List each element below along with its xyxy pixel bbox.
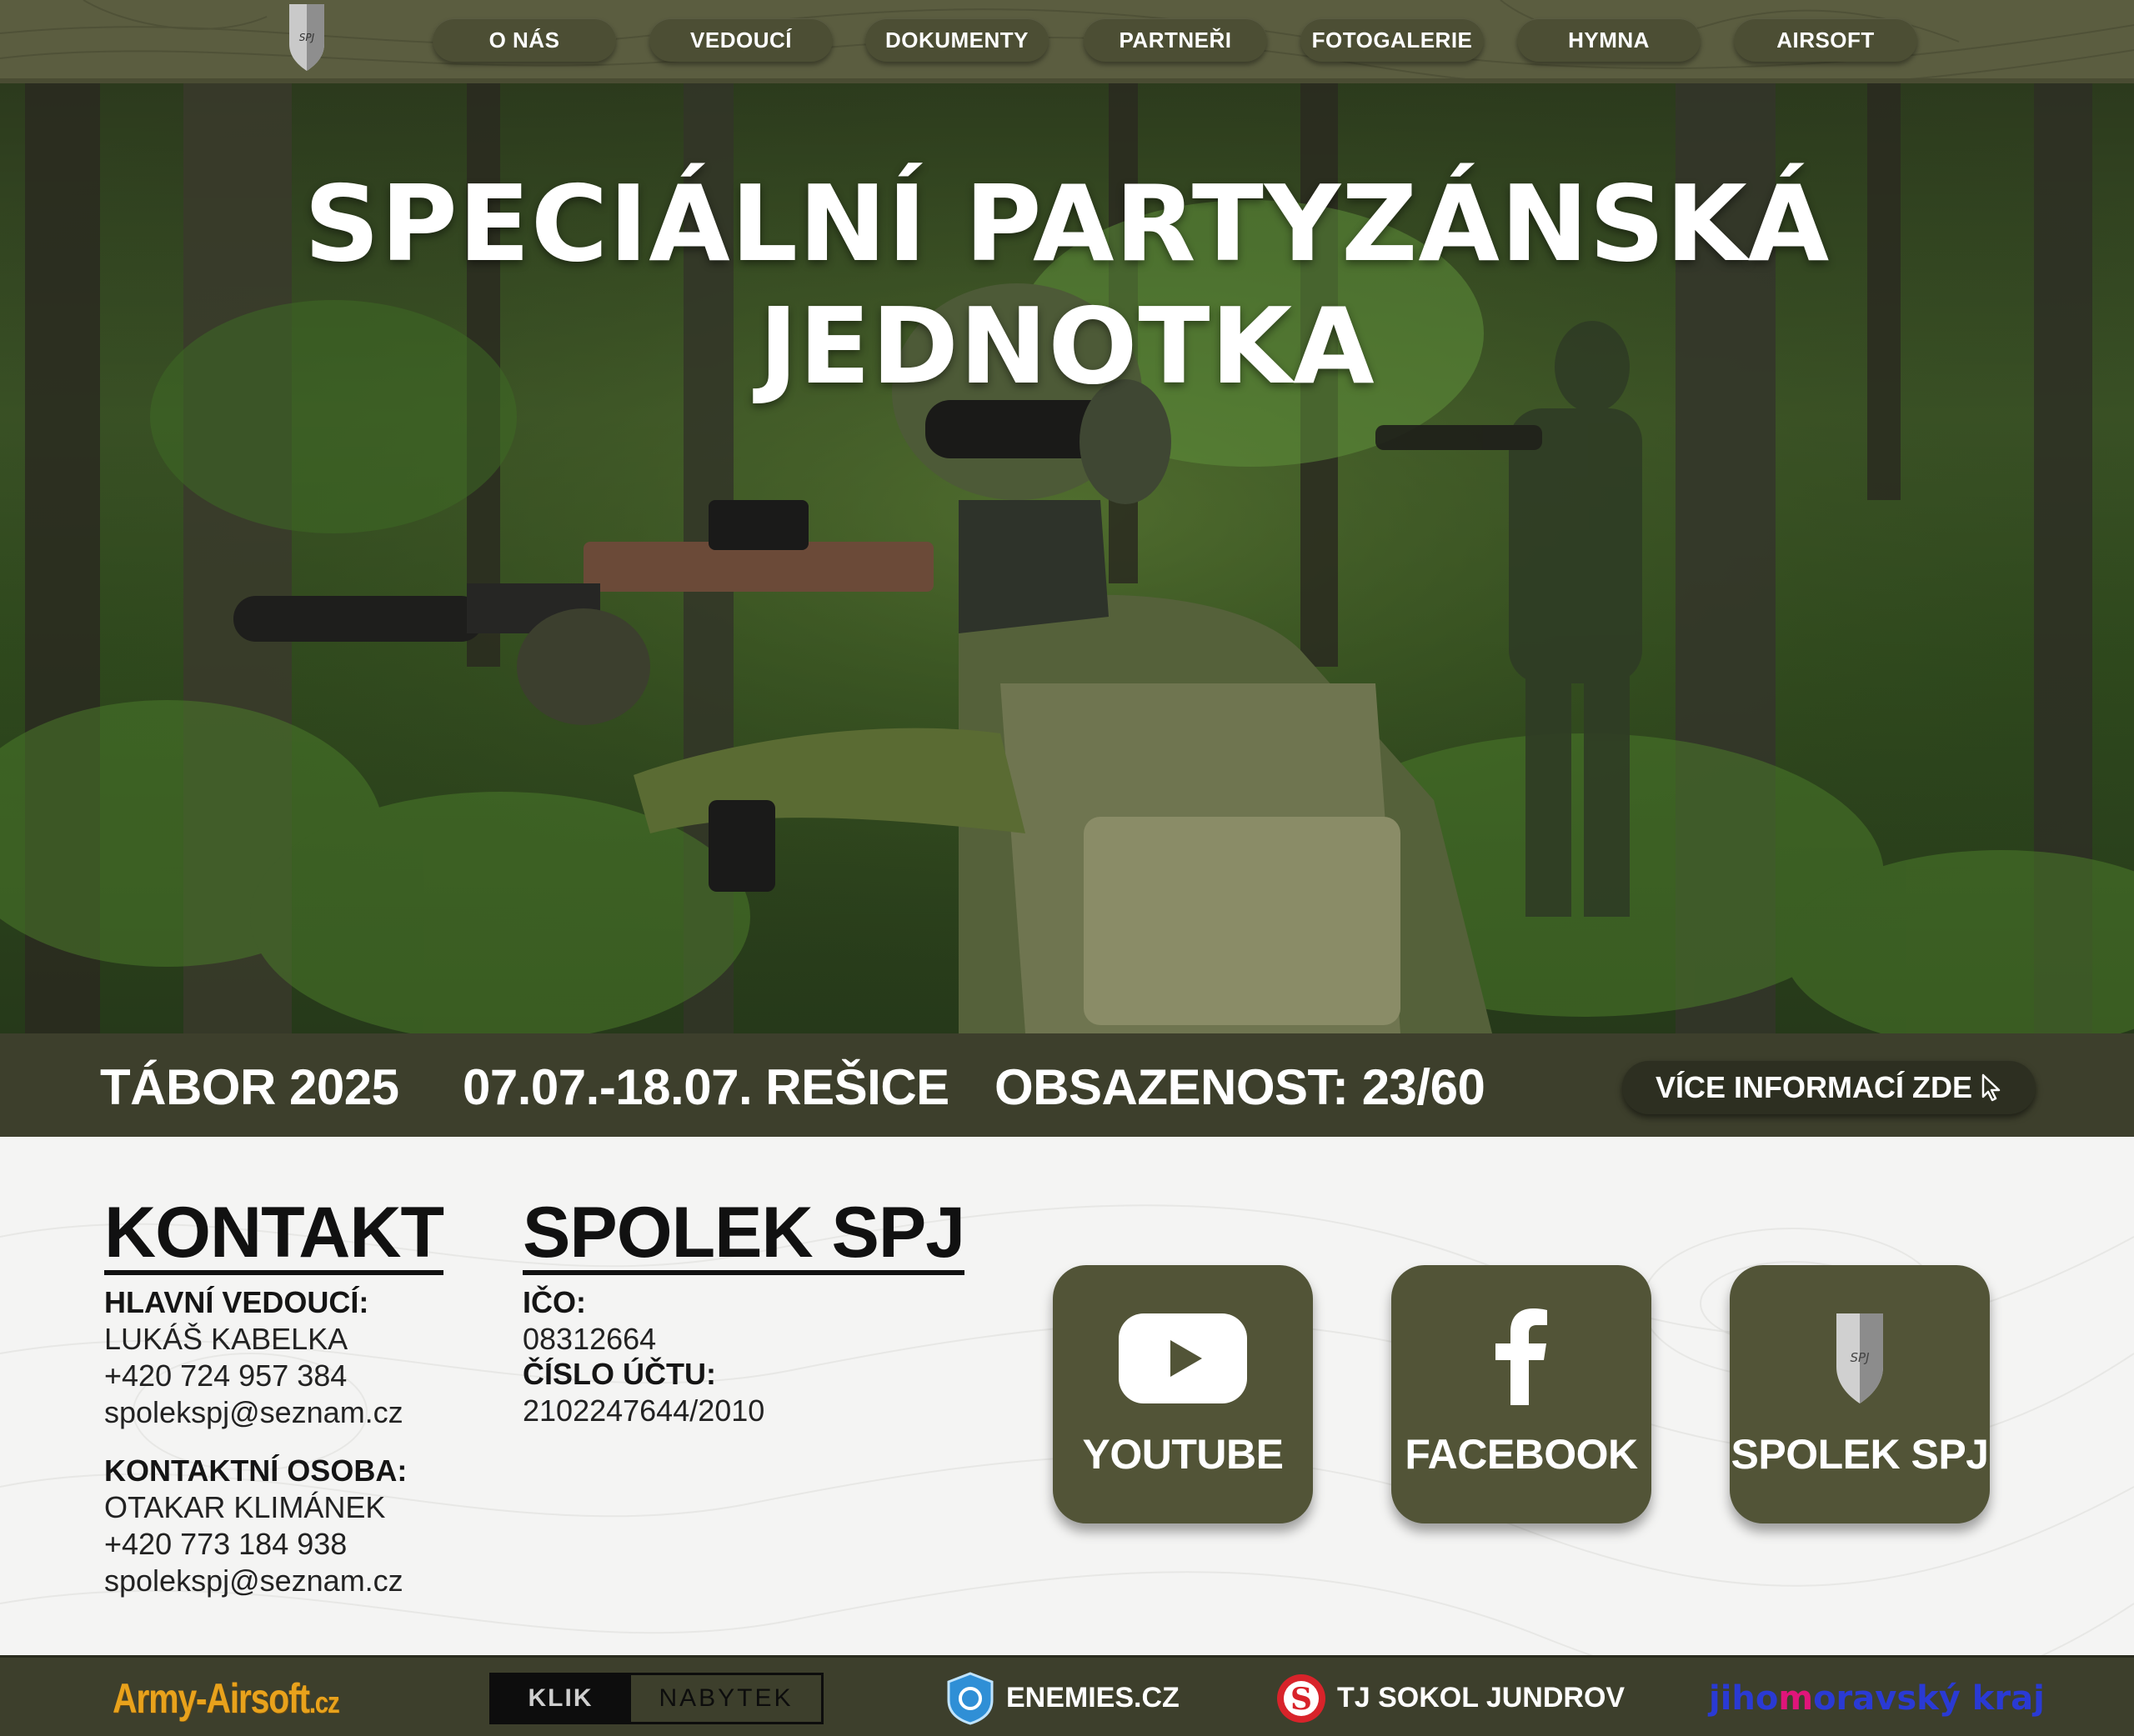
nav-item-dokumenty[interactable]: DOKUMENTY (865, 18, 1049, 62)
partner-army-airsoft[interactable]: Army-Airsoft.cz (113, 1658, 388, 1736)
nav-item-partneri[interactable]: PARTNEŘI (1084, 18, 1267, 62)
spolek-spj-button[interactable]: SPJ SPOLEK SPJ (1730, 1265, 1990, 1523)
camp-occupancy: OBSAZENOST: 23/60 (994, 1059, 1485, 1115)
nav-item-hymna[interactable]: HYMNA (1517, 18, 1701, 62)
contact-person-name: OTAKAR KLIMÁNEK (104, 1490, 386, 1524)
youtube-icon (1119, 1313, 1247, 1403)
klik-nabytek-logo: KLIK NABYTEK (489, 1672, 824, 1724)
enemies-shield-icon (947, 1671, 994, 1725)
nabytek-text: NABYTEK (629, 1674, 821, 1722)
sokol-text: TJ SOKOL JUNDROV (1337, 1682, 1626, 1713)
head-leader-email[interactable]: spolekspj@seznam.cz (104, 1395, 403, 1430)
youtube-button[interactable]: YOUTUBE (1053, 1265, 1313, 1523)
klik-text: KLIK (528, 1683, 594, 1712)
more-info-label: VÍCE INFORMACÍ ZDE (1655, 1070, 1972, 1104)
cursor-pointer-icon (1981, 1073, 2001, 1102)
svg-text:SPJ: SPJ (299, 32, 315, 43)
spj-logo[interactable]: SPJ (286, 3, 328, 73)
sokol-emblem-icon: S (1277, 1673, 1325, 1723)
account-label: ČÍSLO ÚČTU: (523, 1357, 716, 1391)
svg-text:S: S (1290, 1682, 1312, 1717)
enemies-text: ENEMIES.CZ (1006, 1682, 1180, 1713)
facebook-button[interactable]: FACEBOOK (1391, 1265, 1651, 1523)
ico-label: IČO: (523, 1285, 586, 1319)
partner-sokol-jundrov[interactable]: S TJ SOKOL JUNDROV (1275, 1658, 1625, 1736)
contact-person-email[interactable]: spolekspj@seznam.cz (104, 1563, 403, 1598)
jmk-logo: jihomoravský kraj (1709, 1678, 2045, 1718)
partners-bar: Army-Airsoft.cz KLIK NABYTEK ENEMIES.CZ … (0, 1655, 2134, 1736)
top-navigation: SPJ O NÁS VEDOUCÍ DOKUMENTY PARTNEŘI FOT… (0, 0, 2134, 83)
more-info-button[interactable]: VÍCE INFORMACÍ ZDE (1622, 1061, 2036, 1114)
partner-jihomoravsky-kraj[interactable]: jihomoravský kraj (1709, 1658, 2045, 1736)
camp-dates-place: 07.07.-18.07. REŠICE (463, 1059, 949, 1115)
nav-item-airsoft[interactable]: AIRSOFT (1734, 18, 1917, 62)
contact-person-label: KONTAKTNÍ OSOBA: (104, 1453, 408, 1488)
facebook-icon (1495, 1308, 1547, 1405)
nav-item-vedouci[interactable]: VEDOUCÍ (649, 18, 833, 62)
spj-shield-icon: SPJ (1836, 1313, 1883, 1403)
nav-item-o-nas[interactable]: O NÁS (433, 18, 616, 62)
spolek-spj-label: SPOLEK SPJ (1731, 1431, 1990, 1478)
facebook-label: FACEBOOK (1405, 1431, 1638, 1478)
association-title: SPOLEK SPJ (523, 1197, 965, 1275)
partner-enemies[interactable]: ENEMIES.CZ (946, 1658, 1180, 1736)
head-leader-name: LUKÁŠ KABELKA (104, 1322, 348, 1356)
camp-info-bar: TÁBOR 2025 07.07.-18.07. REŠICE OBSAZENO… (0, 1033, 2134, 1137)
hero-title: SPECIÁLNÍ PARTYZÁNSKÁ JEDNOTKA (303, 163, 1831, 408)
svg-text:SPJ: SPJ (1851, 1350, 1870, 1365)
camp-title: TÁBOR 2025 (100, 1059, 399, 1115)
youtube-label: YOUTUBE (1082, 1431, 1284, 1478)
ico-value: 08312664 (523, 1322, 657, 1356)
army-airsoft-logo: Army-Airsoft.cz (113, 1674, 340, 1722)
partner-klik-nabytek[interactable]: KLIK NABYTEK (489, 1658, 824, 1736)
head-leader-phone[interactable]: +420 724 957 384 (104, 1358, 347, 1393)
head-leader-label: HLAVNÍ VEDOUCÍ: (104, 1285, 369, 1319)
hero-banner: SPECIÁLNÍ PARTYZÁNSKÁ JEDNOTKA (0, 83, 2134, 1033)
account-value: 2102247644/2010 (523, 1393, 765, 1428)
contact-person-phone[interactable]: +420 773 184 938 (104, 1527, 347, 1562)
contact-title: KONTAKT (104, 1197, 444, 1275)
nav-item-fotogalerie[interactable]: FOTOGALERIE (1300, 18, 1484, 62)
